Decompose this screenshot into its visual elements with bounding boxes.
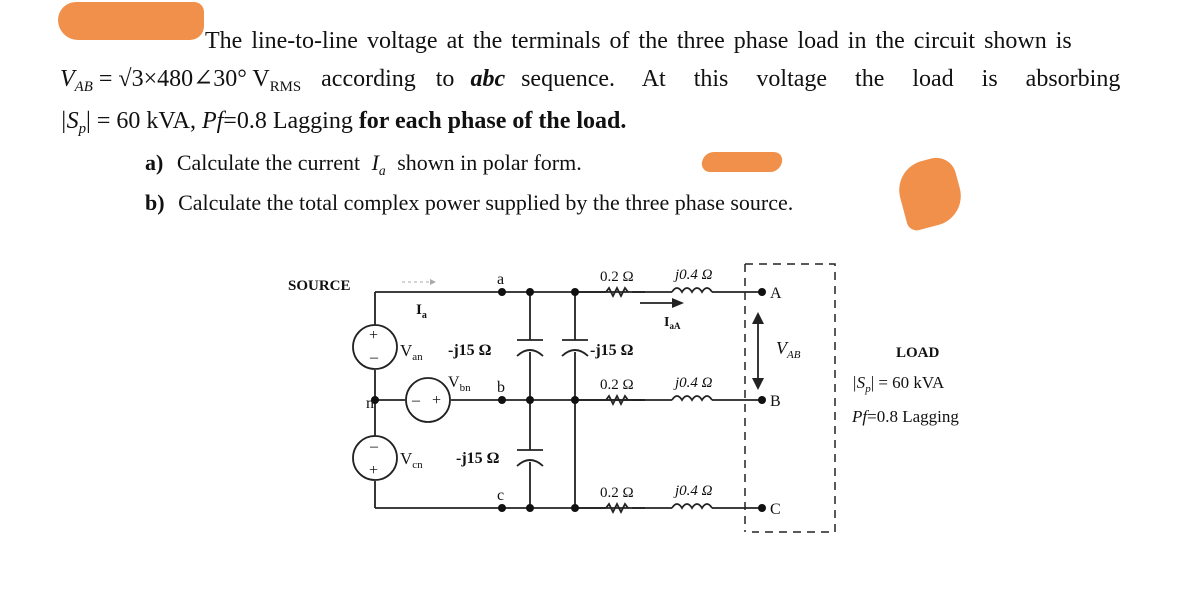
van-label: Van <box>400 341 423 363</box>
resistor-c-label: 0.2 Ω <box>600 485 634 501</box>
vab-arrowhead-up <box>752 312 764 324</box>
node-c-label: c <box>497 487 504 504</box>
van-plus: + <box>369 327 378 344</box>
node-dot-C <box>758 504 766 512</box>
node-A-label: A <box>770 285 782 302</box>
load-pf-label: Pf=0.8 Lagging <box>851 407 959 426</box>
node-dot-b <box>498 396 506 404</box>
source-title: SOURCE <box>288 278 351 294</box>
vcn-label: Vcn <box>400 449 423 471</box>
load-box-right <box>745 263 836 533</box>
inductor-a <box>671 287 713 294</box>
vcn-minus: – <box>369 438 379 455</box>
vab-diagram-label: VAB <box>776 338 801 361</box>
cap-ca-label: -j15 Ω <box>590 342 634 359</box>
cap-ab-label: -j15 Ω <box>448 342 492 359</box>
van-minus: – <box>369 349 379 366</box>
cap-bc-label: -j15 Ω <box>456 450 500 467</box>
ia-label: Ia <box>416 302 427 321</box>
resistor-a-label: 0.2 Ω <box>600 269 634 285</box>
node-b-label: b <box>497 379 505 396</box>
node-dot-a <box>498 288 506 296</box>
inductor-c <box>671 503 713 510</box>
inductor-b-label: j0.4 Ω <box>673 375 713 391</box>
load-title: LOAD <box>896 345 940 361</box>
node-dot-A <box>758 288 766 296</box>
node-dot-b3 <box>571 396 579 404</box>
node-n-label: n <box>366 395 374 412</box>
inductor-c-label: j0.4 Ω <box>673 483 713 499</box>
vbn-plus: + <box>432 392 441 409</box>
node-dot-b2 <box>526 396 534 404</box>
resistor-b-label: 0.2 Ω <box>600 377 634 393</box>
node-C-label: C <box>770 501 781 518</box>
load-sp-label: |Sp| = 60 kVA <box>852 373 945 395</box>
node-dot-B <box>758 396 766 404</box>
vcn-plus: + <box>369 462 378 479</box>
node-B-label: B <box>770 393 781 410</box>
node-dot-c <box>498 504 506 512</box>
vbn-minus: – <box>411 392 421 409</box>
ia-arrowhead <box>430 279 436 285</box>
iaa-arrowhead <box>672 298 684 308</box>
node-dot-c2 <box>526 504 534 512</box>
node-dot-a2 <box>526 288 534 296</box>
node-dot-a3 <box>571 288 579 296</box>
three-phase-circuit-diagram: + – – + – + SOURCE Ia Van Vbn Vcn n a b … <box>288 263 959 533</box>
vab-arrowhead-down <box>752 378 764 390</box>
inductor-b <box>671 395 713 402</box>
node-dot-c3 <box>571 504 579 512</box>
inductor-a-label: j0.4 Ω <box>673 267 713 283</box>
iaa-label: IaA <box>664 315 681 331</box>
vbn-label: Vbn <box>448 374 471 394</box>
node-a-label: a <box>497 271 504 288</box>
